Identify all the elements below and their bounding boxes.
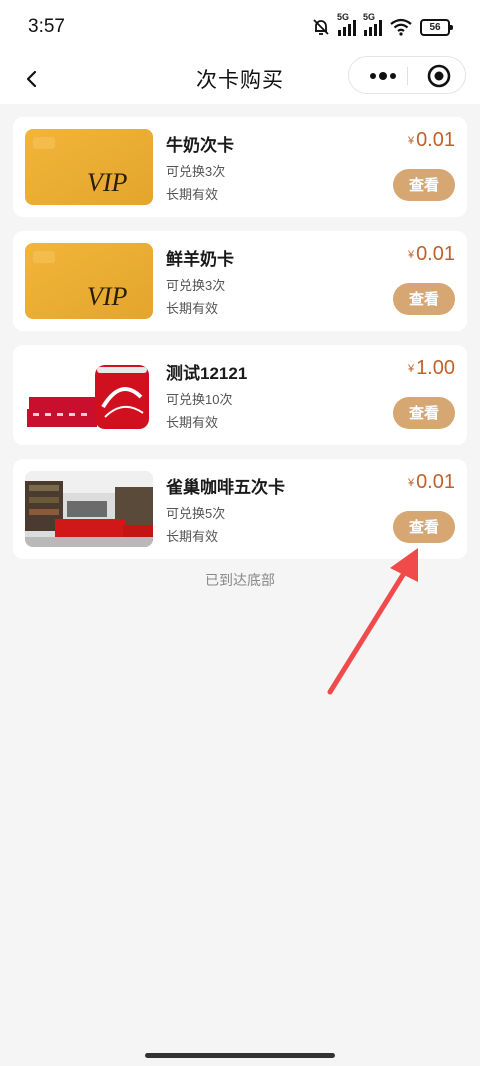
vip-card-image: VIP bbox=[25, 243, 153, 319]
card-validity: 长期有效 bbox=[166, 301, 219, 316]
view-button[interactable]: 查看 bbox=[393, 397, 455, 429]
card-title: 测试12121 bbox=[166, 364, 248, 383]
store-interior-image bbox=[25, 471, 153, 547]
card-price: ¥0.01 bbox=[407, 243, 455, 265]
status-icons: 5G 5G 56 bbox=[312, 12, 453, 38]
home-indicator[interactable] bbox=[145, 1053, 335, 1058]
card-redeem-count: 可兑换3次 bbox=[166, 278, 226, 293]
more-icon[interactable] bbox=[367, 69, 399, 83]
view-button[interactable]: 查看 bbox=[393, 169, 455, 201]
card-validity: 长期有效 bbox=[166, 415, 219, 430]
cola-cans-image bbox=[25, 357, 153, 433]
card-item[interactable]: VIP 牛奶次卡 可兑换3次 长期有效 ¥0.01 查看 bbox=[13, 117, 467, 217]
capsule-divider bbox=[407, 67, 408, 85]
card-price: ¥0.01 bbox=[407, 129, 455, 151]
card-validity: 长期有效 bbox=[166, 529, 219, 544]
battery-icon: 56 bbox=[420, 18, 453, 36]
nav-bar: 次卡购买 bbox=[0, 56, 480, 104]
card-item[interactable]: VIP 鲜羊奶卡 可兑换3次 长期有效 ¥0.01 查看 bbox=[13, 231, 467, 331]
card-price: ¥1.00 bbox=[407, 357, 455, 379]
cellular-signal-icon: 5G bbox=[337, 12, 356, 36]
status-bar: 3:57 5G 5G 56 bbox=[0, 0, 480, 56]
annotation-arrow-icon bbox=[327, 548, 418, 695]
cellular-signal-icon-2: 5G bbox=[363, 12, 382, 36]
card-title: 鲜羊奶卡 bbox=[166, 250, 234, 269]
view-button[interactable]: 查看 bbox=[393, 283, 455, 315]
card-redeem-count: 可兑换5次 bbox=[166, 506, 226, 521]
card-redeem-count: 可兑换10次 bbox=[166, 392, 233, 407]
card-price: ¥0.01 bbox=[407, 471, 455, 493]
card-redeem-count: 可兑换3次 bbox=[166, 164, 226, 179]
svg-text:VIP: VIP bbox=[87, 282, 128, 311]
card-validity: 长期有效 bbox=[166, 187, 219, 202]
status-time: 3:57 bbox=[28, 16, 65, 37]
card-item[interactable]: 测试12121 可兑换10次 长期有效 ¥1.00 查看 bbox=[13, 345, 467, 445]
card-list: VIP 牛奶次卡 可兑换3次 长期有效 ¥0.01 查看 VIP 鲜羊奶卡 可兑… bbox=[13, 117, 467, 573]
svg-text:VIP: VIP bbox=[87, 168, 128, 197]
card-title: 雀巢咖啡五次卡 bbox=[166, 478, 285, 497]
wifi-icon bbox=[390, 18, 412, 36]
view-button[interactable]: 查看 bbox=[393, 511, 455, 543]
mini-program-capsule bbox=[348, 56, 466, 94]
vip-card-image: VIP bbox=[25, 129, 153, 205]
card-title: 牛奶次卡 bbox=[166, 136, 234, 155]
bell-muted-icon bbox=[313, 19, 329, 35]
close-target-icon[interactable] bbox=[427, 64, 451, 88]
